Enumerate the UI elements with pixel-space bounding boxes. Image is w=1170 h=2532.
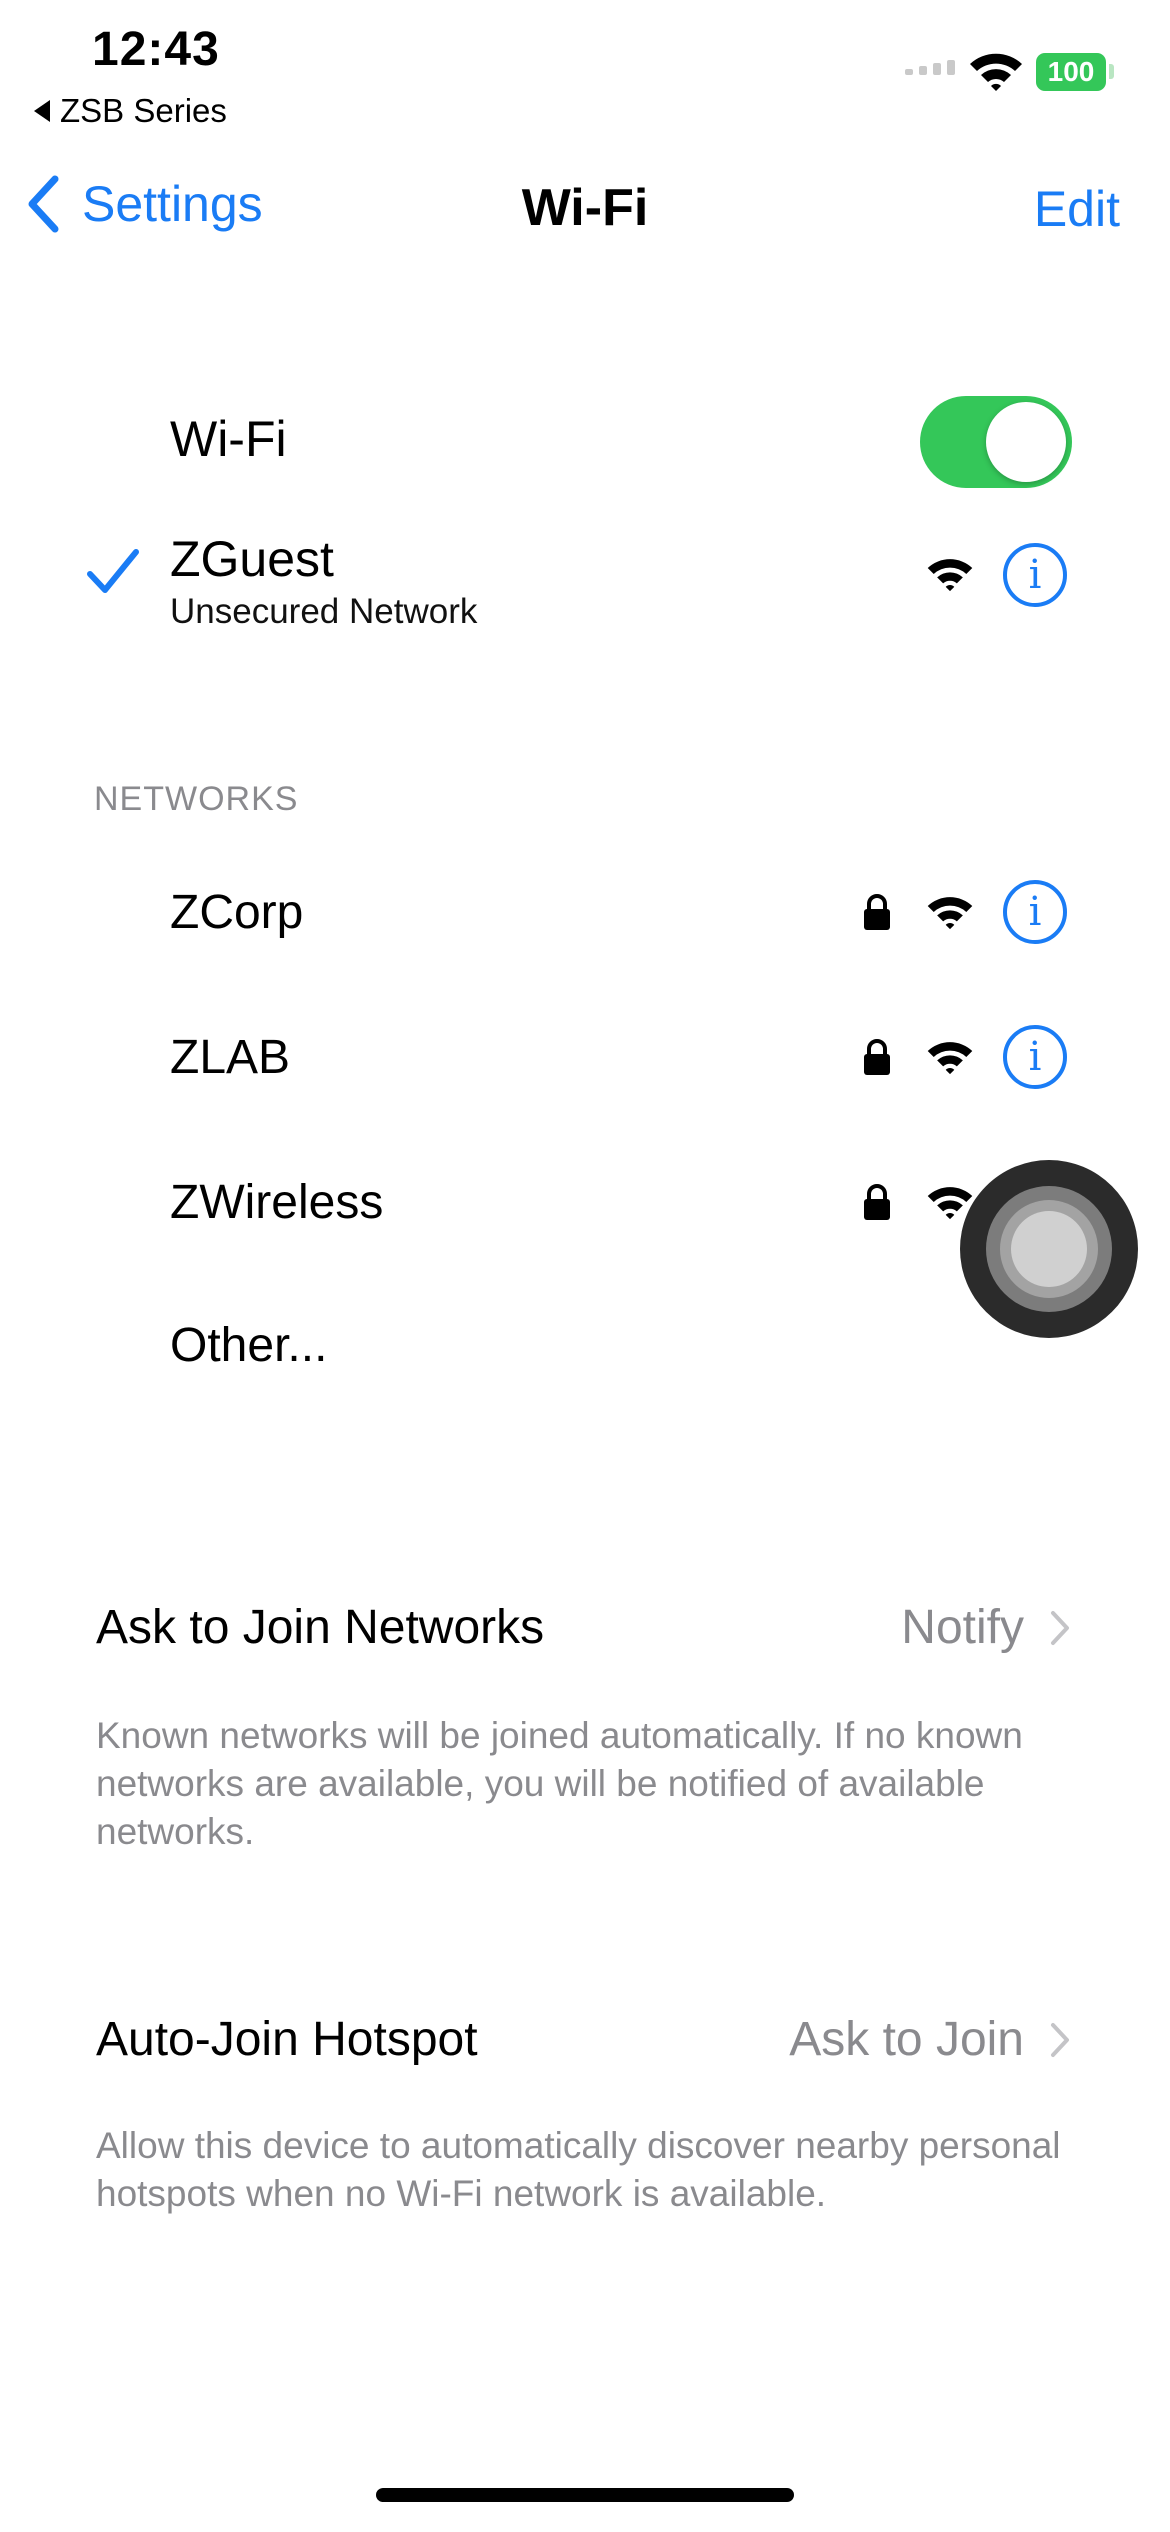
- back-triangle-icon: [34, 100, 50, 122]
- ask-to-join-value[interactable]: Notify: [901, 1600, 1070, 1655]
- ask-to-join-description: Known networks will be joined automatica…: [96, 1715, 1023, 1852]
- network-name-zcorp[interactable]: ZCorp: [170, 885, 303, 940]
- wifi-toggle[interactable]: [920, 396, 1072, 488]
- lock-icon: [862, 893, 892, 936]
- back-app-label: ZSB Series: [60, 92, 227, 129]
- assistive-touch-button[interactable]: [960, 1160, 1138, 1338]
- network-name-zlab[interactable]: ZLAB: [170, 1030, 290, 1085]
- lock-icon: [862, 1038, 892, 1081]
- info-icon[interactable]: i: [1003, 1025, 1067, 1089]
- wifi-signal-icon: [926, 555, 974, 598]
- networks-header: NETWORKS: [94, 780, 299, 818]
- battery-level: 100: [1047, 56, 1095, 87]
- ask-to-join-value-text: Notify: [901, 1601, 1024, 1654]
- battery-nub: [1109, 64, 1114, 79]
- current-network-name[interactable]: ZGuest: [170, 530, 334, 588]
- other-network-item[interactable]: Other...: [170, 1318, 327, 1373]
- chevron-left-icon: [28, 175, 59, 233]
- network-name-zwireless[interactable]: ZWireless: [170, 1175, 383, 1230]
- battery-icon: 100: [1036, 53, 1106, 91]
- chevron-right-icon: [1051, 1610, 1069, 1645]
- home-indicator[interactable]: [376, 2488, 794, 2502]
- wifi-signal-icon: [926, 1038, 974, 1081]
- auto-join-hotspot-value[interactable]: Ask to Join: [789, 2012, 1070, 2067]
- chevron-right-icon: [1051, 2022, 1069, 2057]
- checkmark-icon: [86, 548, 140, 599]
- toggle-knob: [986, 402, 1066, 482]
- wifi-label: Wi-Fi: [170, 411, 287, 467]
- auto-join-hotspot-value-text: Ask to Join: [789, 2013, 1024, 2066]
- current-network-subtitle: Unsecured Network: [170, 592, 478, 631]
- status-time: 12:43: [92, 23, 220, 76]
- wifi-signal-icon: [926, 893, 974, 936]
- info-icon[interactable]: i: [1003, 880, 1067, 944]
- ask-to-join-label[interactable]: Ask to Join Networks: [96, 1600, 544, 1655]
- cellular-signal-icon: [905, 60, 955, 75]
- edit-button[interactable]: Edit: [1034, 180, 1120, 238]
- lock-icon: [862, 1183, 892, 1226]
- settings-back-button[interactable]: Settings: [26, 175, 263, 233]
- auto-join-hotspot-description: Allow this device to automatically disco…: [96, 2125, 1061, 2214]
- auto-join-hotspot-label[interactable]: Auto-Join Hotspot: [96, 2012, 478, 2067]
- back-to-app-button[interactable]: ZSB Series: [34, 92, 227, 130]
- back-label: Settings: [82, 176, 263, 232]
- wifi-status-icon: [968, 50, 1024, 97]
- info-icon[interactable]: i: [1003, 543, 1067, 607]
